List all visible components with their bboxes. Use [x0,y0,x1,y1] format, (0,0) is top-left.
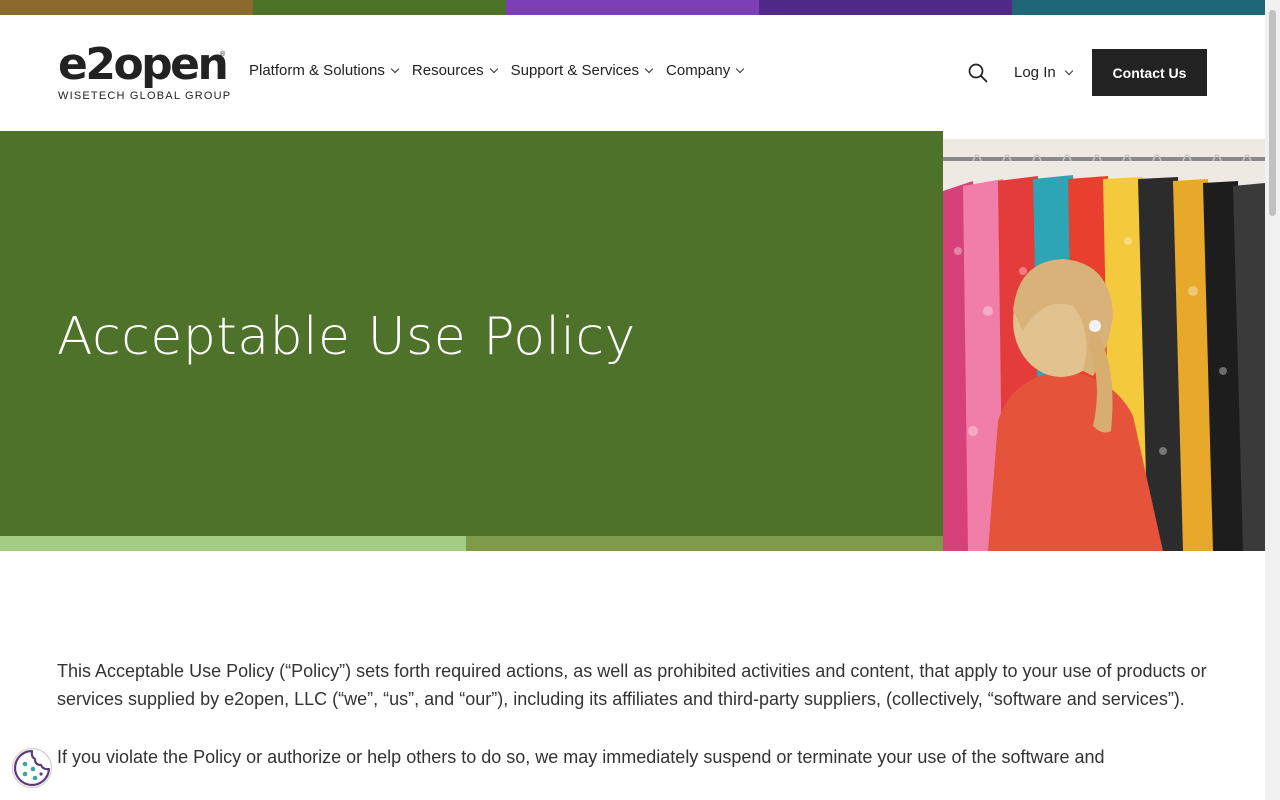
site-header: e2open ® WISETECH GLOBAL GROUP Platform … [0,15,1265,131]
clothing-rack-illustration [943,131,1265,551]
nav-item-label: Support & Services [510,62,640,79]
nav-item-company[interactable]: Company [666,62,745,79]
policy-paragraph: If you violate the Policy or authorize o… [57,747,1105,767]
cookie-icon[interactable] [11,747,53,789]
policy-content: This Acceptable Use Policy (“Policy”) se… [57,658,1217,800]
logo-registered-mark: ® [220,51,226,58]
nav-item-platform-solutions[interactable]: Platform & Solutions [249,62,400,79]
page-scrollbar-thumb[interactable] [1269,10,1276,216]
logo-tagline: WISETECH GLOBAL GROUP [58,90,232,102]
e2open-logo[interactable]: e2open ® WISETECH GLOBAL GROUP [58,39,232,105]
hero-strip-dark [466,536,943,551]
color-bar-segment [0,0,253,15]
contact-us-button[interactable]: Contact Us [1092,49,1207,96]
search-icon[interactable] [968,63,988,83]
login-label: Log In [1014,64,1056,81]
nav-item-label: Resources [411,62,484,79]
top-color-bar [0,0,1265,15]
nav-item-support-services[interactable]: Support & Services [510,62,654,79]
page-title: Acceptable Use Policy [57,307,636,367]
logo-wordmark: e2open [58,39,229,90]
chevron-down-icon [644,64,654,73]
color-bar-segment [759,0,1012,15]
nav-item-label: Platform & Solutions [249,62,385,79]
chevron-down-icon [1064,66,1073,75]
color-bar-segment [253,0,506,15]
color-bar-segment [1012,0,1265,15]
policy-paragraph: This Acceptable Use Policy (“Policy”) se… [57,661,1207,709]
nav-item-resources[interactable]: Resources [411,62,498,79]
nav-item-label: Company [666,62,731,79]
chevron-down-icon [390,64,400,73]
hero-image [943,131,1265,551]
hero-strip-light [0,536,466,551]
main-nav: Platform & Solutions Resources Support &… [249,62,745,79]
hero-banner: Acceptable Use Policy [0,131,943,536]
hero-accent-strip [0,536,943,551]
login-menu[interactable]: Log In [1014,64,1073,81]
chevron-down-icon [489,64,498,73]
color-bar-segment [506,0,759,15]
chevron-down-icon [735,64,745,73]
